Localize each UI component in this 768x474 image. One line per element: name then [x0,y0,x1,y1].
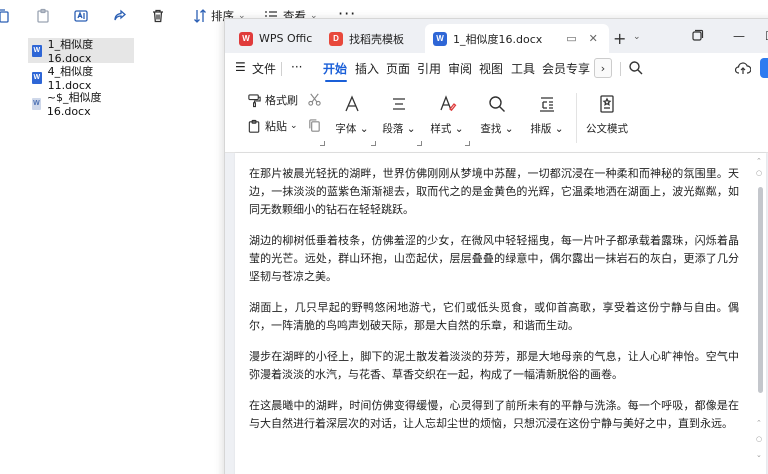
daoke-logo-icon: D [329,31,343,46]
close-icon[interactable]: ✕ [589,32,598,45]
tab-label: 1_相似度16.docx [453,32,543,46]
layout-icon [537,91,557,117]
tab-daoke-templates[interactable]: D 找稻壳模板 [321,24,412,53]
wps-logo-icon: W [239,31,253,46]
find-label: 查找 [480,123,502,135]
copy-icon[interactable] [307,118,322,133]
tab-label: WPS Offic [259,32,313,45]
menu-view[interactable]: 视图 [479,60,503,77]
file-name: 4_相似度11.docx [47,65,94,92]
tab-manager-icon[interactable] [691,29,704,45]
hamburger-menu-icon[interactable]: ☰ [235,60,246,74]
paragraph-button[interactable]: 段落 ⌄ [375,91,423,136]
word-file-icon: W [32,44,42,57]
delete-icon[interactable] [149,7,167,25]
paste-icon [248,119,260,133]
find-icon [487,91,507,117]
cloud-upload-icon[interactable] [734,61,752,75]
format-painter-label: 格式刷 [265,94,298,107]
menu-page[interactable]: 页面 [386,60,410,77]
lock-icon[interactable]: ○ [756,169,762,177]
paragraph: 在这晨曦中的湖畔，时间仿佛变得缓慢，心灵得到了前所未有的平静与洗涤。每一个呼吸，… [249,399,739,430]
font-expand-icon[interactable] [371,141,376,146]
file-name: ~$_相似度16.docx [46,91,102,118]
page-up-icon[interactable]: ⌃ [756,419,762,427]
share-button[interactable] [760,58,768,78]
clipboard-expand-icon[interactable] [320,141,325,146]
sort-icon[interactable] [191,7,209,25]
menu-scroll-right-button[interactable]: › [594,58,612,78]
paste-button[interactable]: 粘贴 ⌄ [247,118,298,134]
minimize-icon[interactable]: — [733,29,745,43]
menu-member[interactable]: 会员专享 [542,60,590,77]
menu-bar: ☰ 文件 ··· 开始 插入 页面 引用 审阅 视图 工具 会员专享 › [225,53,768,83]
font-icon [342,91,362,117]
format-painter-icon [248,93,261,107]
file-name: 1_相似度16.docx [47,38,94,65]
chevron-down-icon: ⌄ [290,121,298,131]
tab-wps-office[interactable]: W WPS Offic [231,24,320,53]
select-browse-icon[interactable]: ○ [756,435,762,443]
tab-document[interactable]: W 1_相似度16.docx ▭ ✕ [425,24,609,53]
paragraph: 湖边的柳树低垂着枝条，仿佛羞涩的少女，在微风中轻轻摇曳，每一片叶子都承载着露珠，… [249,234,739,283]
menu-insert[interactable]: 插入 [355,60,379,77]
copy-icon[interactable] [0,7,12,25]
layout-button[interactable]: 排版 ⌄ [523,91,571,136]
scrollbar-thumb[interactable] [758,187,763,393]
share-icon[interactable] [111,7,129,25]
official-mode-label: 公文模式 [586,123,628,135]
document-page[interactable]: 在那片被晨光轻抚的湖畔，世界仿佛刚刚从梦境中苏醒，一切都沉浸在一种柔和而神秘的氛… [235,153,766,474]
active-tab-indicator [325,80,347,82]
word-logo-icon: W [433,31,447,46]
paragraph-label: 段落 [382,123,404,135]
rename-icon[interactable] [72,7,90,25]
search-icon[interactable] [628,60,644,76]
menu-separator [281,62,282,76]
menu-file[interactable]: 文件 [252,60,276,77]
scroll-up-icon[interactable]: ⌃ [756,157,762,165]
file-item[interactable]: W 4_相似度11.docx [28,65,134,92]
paste-icon[interactable] [34,7,52,25]
font-label: 字体 [335,123,357,135]
file-item[interactable]: W 1_相似度16.docx [28,38,134,65]
vertical-scrollbar[interactable]: ⌃ ○ ⌃ ○ ⌄ [754,153,766,474]
file-item[interactable]: W ~$_相似度16.docx [28,91,134,118]
menu-review[interactable]: 审阅 [448,60,472,77]
word-file-icon: W [32,71,42,84]
style-expand-icon[interactable] [465,141,470,146]
format-painter-button[interactable]: 格式刷 [247,92,298,108]
menu-home[interactable]: 开始 [323,60,347,77]
window-restore-icon[interactable]: ▭ [566,32,576,45]
cut-icon[interactable] [307,92,322,107]
official-document-icon [597,91,617,117]
paragraph: 在那片被晨光轻抚的湖畔，世界仿佛刚刚从梦境中苏醒，一切都沉浸在一种柔和而神秘的氛… [249,167,739,216]
menu-tools[interactable]: 工具 [511,60,535,77]
wps-window: W WPS Offic D 找稻壳模板 W 1_相似度16.docx ▭ ✕ +… [224,18,768,474]
ribbon-separator [576,93,577,143]
layout-label: 排版 [530,123,552,135]
style-label: 样式 [430,123,452,135]
font-button[interactable]: 字体 ⌄ [328,91,376,136]
find-button[interactable]: 查找 ⌄ [473,91,521,136]
menu-references[interactable]: 引用 [417,60,441,77]
menu-separator [620,62,621,76]
paste-label: 粘贴 [265,120,287,133]
paragraph-icon [389,91,409,117]
paragraph-expand-icon[interactable] [417,141,422,146]
page-down-icon[interactable]: ⌄ [756,451,762,459]
style-icon [437,91,457,117]
official-mode-button[interactable]: 公文模式 [579,91,635,136]
title-bar: W WPS Offic D 找稻壳模板 W 1_相似度16.docx ▭ ✕ +… [225,19,768,53]
ribbon-toolbar: 格式刷 粘贴 ⌄ 字体 ⌄ 段落 ⌄ 样式 ⌄ 查找 ⌄ 排版 ⌄ 公文模式 [225,83,768,153]
chevron-down-icon[interactable]: ⌄ [633,32,641,42]
paragraph: 漫步在湖畔的小径上，脚下的泥土散发着淡淡的芬芳，那是大地母亲的气息，让人心旷神怡… [249,350,739,381]
style-button[interactable]: 样式 ⌄ [423,91,471,136]
paragraph: 湖面上，几只早起的野鸭悠闲地游弋，它们或低头觅食，或仰首高歌，享受着这份宁静与自… [249,301,739,332]
new-tab-button[interactable]: + [613,29,626,48]
tab-label: 找稻壳模板 [349,32,404,46]
document-area: 在那片被晨光轻抚的湖畔，世界仿佛刚刚从梦境中苏醒，一切都沉浸在一种柔和而神秘的氛… [225,153,768,474]
temp-file-icon: W [32,97,41,110]
menu-more[interactable]: ··· [291,60,302,74]
